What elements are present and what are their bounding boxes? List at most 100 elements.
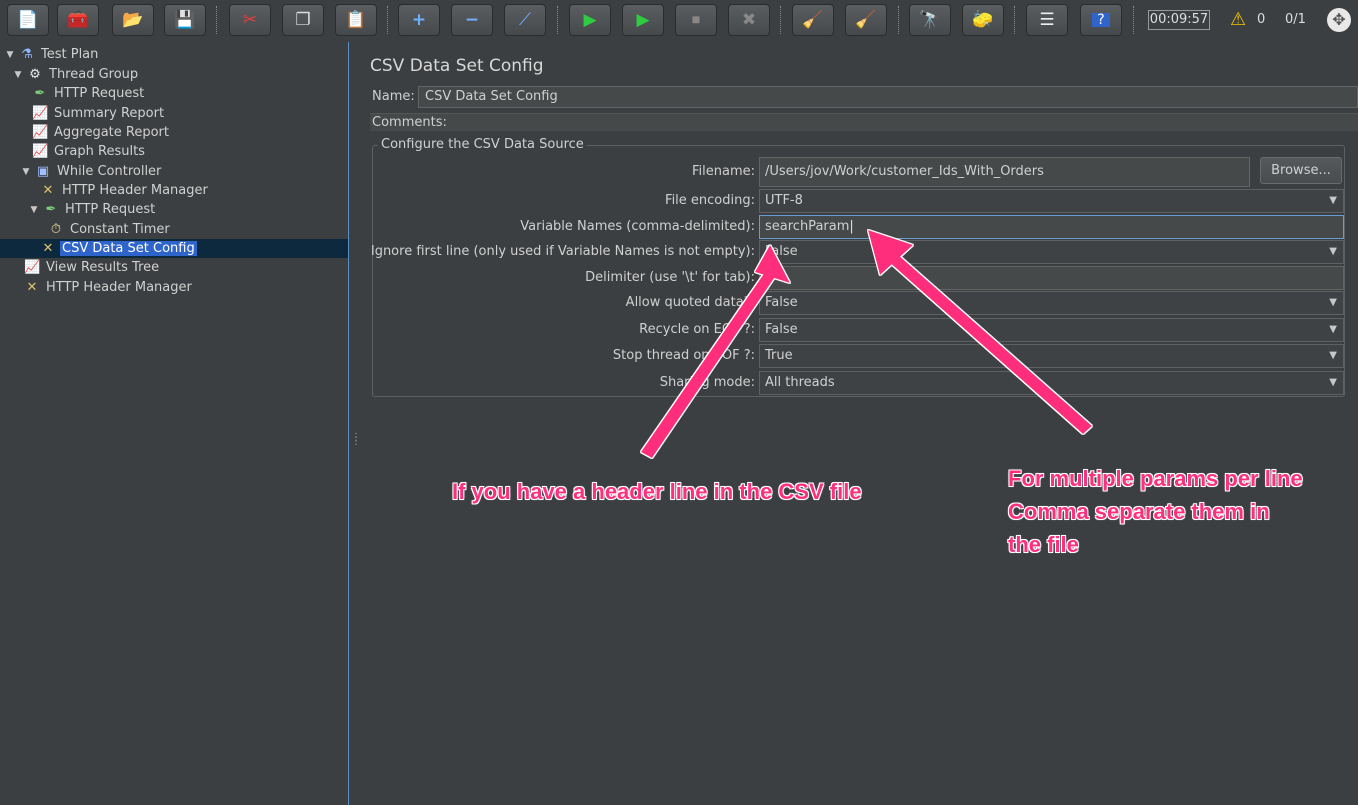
- stop-thread-eof-label: Stop thread on EOF ?:: [612, 348, 755, 363]
- paste-icon: 📋: [345, 9, 367, 30]
- cut-button[interactable]: ✂: [229, 4, 271, 36]
- tree-item-aggregate-report[interactable]: 📈 Aggregate Report: [32, 123, 171, 142]
- multiple-params-note-line-2: Comma separate them in: [1008, 499, 1270, 524]
- tree-item-while-controller[interactable]: ▼ ▣ While Controller: [20, 162, 163, 181]
- function-helper-button[interactable]: ☰: [1026, 4, 1068, 36]
- warning-icon[interactable]: ⚠: [1230, 9, 1246, 30]
- tree-item-label: Graph Results: [54, 144, 145, 159]
- expand-toggle-icon[interactable]: ▼: [4, 50, 16, 60]
- pipette-icon: ✒: [34, 85, 46, 101]
- allow-quoted-select[interactable]: False ▼: [759, 291, 1344, 315]
- list-icon: ☰: [1039, 9, 1055, 30]
- collapse-all-button[interactable]: −: [451, 4, 493, 36]
- tree-item-view-results-tree[interactable]: 📈 View Results Tree: [24, 258, 161, 277]
- expand-all-button[interactable]: +: [398, 4, 440, 36]
- text-cursor: |: [849, 219, 854, 234]
- tools-icon: ✕: [42, 240, 54, 256]
- tree-item-graph-results[interactable]: 📈 Graph Results: [32, 142, 147, 161]
- open-icon: 📂: [122, 9, 144, 30]
- tree-item-label: Aggregate Report: [54, 125, 169, 140]
- toggle-icon: ⟋: [519, 9, 531, 30]
- recycle-eof-value: False: [765, 322, 798, 337]
- recycle-eof-label: Recycle on EOF ?:: [639, 322, 755, 337]
- active-threads: 0/1: [1285, 12, 1306, 27]
- flask-icon: ⚗: [21, 46, 33, 62]
- encoding-label: File encoding:: [665, 193, 755, 208]
- tree-item-label: HTTP Request: [54, 86, 145, 101]
- help-button[interactable]: ?: [1080, 4, 1122, 36]
- toolbar-separator: [780, 6, 781, 34]
- expand-toggle-icon[interactable]: ▼: [28, 205, 40, 215]
- tree-item-label: Constant Timer: [70, 222, 170, 237]
- tree-item-csv-data-set-config[interactable]: ✕ CSV Data Set Config: [40, 239, 197, 258]
- header-line-note: If you have a header line in the CSV fil…: [452, 479, 862, 504]
- tree-item-label: View Results Tree: [46, 260, 160, 275]
- tree-item-summary-report[interactable]: 📈 Summary Report: [32, 104, 166, 123]
- encoding-select[interactable]: UTF-8 ▼: [759, 189, 1344, 213]
- delimiter-field[interactable]: [759, 266, 1344, 290]
- paste-button[interactable]: 📋: [335, 4, 377, 36]
- tree-item-label: HTTP Header Manager: [46, 280, 192, 295]
- tree-item-constant-timer[interactable]: ⏱ Constant Timer: [48, 220, 172, 239]
- open-button[interactable]: 📂: [112, 4, 154, 36]
- tree-item-http-header-manager[interactable]: ✕ HTTP Header Manager: [40, 181, 210, 200]
- comments-field[interactable]: Comments:: [370, 113, 1358, 131]
- recycle-eof-select[interactable]: False ▼: [759, 318, 1344, 342]
- templates-button[interactable]: 🧰: [57, 4, 99, 36]
- tree-item-http-request[interactable]: ✒ HTTP Request: [32, 84, 146, 103]
- shutdown-icon: ✖: [741, 9, 757, 30]
- new-icon: 📄: [17, 9, 39, 30]
- tree-item-label: CSV Data Set Config: [60, 241, 197, 256]
- variable-names-label: Variable Names (comma-delimited):: [520, 219, 755, 234]
- name-field[interactable]: CSV Data Set Config: [418, 86, 1358, 108]
- tree-item-thread-group[interactable]: ▼ ⚙ Thread Group: [12, 65, 140, 84]
- elapsed-timer: 00:09:57: [1148, 10, 1210, 30]
- expand-toggle-icon[interactable]: ▼: [20, 167, 32, 177]
- stop-thread-eof-select[interactable]: True ▼: [759, 344, 1344, 368]
- browse-button[interactable]: Browse...: [1260, 157, 1342, 184]
- clear-button[interactable]: 🧹: [792, 4, 834, 36]
- ignore-first-line-label: Ignore first line (only used if Variable…: [370, 244, 755, 259]
- toolbar-separator: [1014, 6, 1015, 34]
- ignore-first-line-select[interactable]: False ▼: [759, 240, 1344, 264]
- sharing-mode-value: All threads: [765, 375, 835, 390]
- chart-icon: 📈: [24, 259, 41, 275]
- save-button[interactable]: 💾: [164, 4, 206, 36]
- reset-search-button[interactable]: 🧽: [962, 4, 1004, 36]
- test-plan-tree: ▼ ⚗ Test Plan ▼ ⚙ Thread Group ✒ HTTP Re…: [0, 42, 348, 805]
- split-pane-divider[interactable]: ⋮ ⋮: [348, 42, 361, 805]
- expand-toggle-icon[interactable]: ▼: [12, 70, 24, 80]
- tree-item-http-request[interactable]: ▼ ✒ HTTP Request: [28, 200, 157, 219]
- chart-icon: 📈: [32, 143, 49, 159]
- reset-search-icon: 🧽: [972, 9, 994, 30]
- binoculars-icon: 🔭: [919, 9, 941, 30]
- pipette-icon: ✒: [45, 201, 57, 217]
- copy-button[interactable]: ❐: [282, 4, 324, 36]
- tree-item-test-plan[interactable]: ▼ ⚗ Test Plan: [4, 45, 100, 64]
- play-no-pause-icon: ▶: [636, 9, 650, 30]
- toolbar-separator: [898, 6, 899, 34]
- toggle-button[interactable]: ⟋: [504, 4, 546, 36]
- search-button[interactable]: 🔭: [909, 4, 951, 36]
- tree-item-label: Thread Group: [49, 67, 139, 82]
- delimiter-label: Delimiter (use '\t' for tab):: [585, 270, 755, 285]
- cut-icon: ✂: [242, 9, 258, 30]
- shutdown-button[interactable]: ✖: [728, 4, 770, 36]
- remote-status-icon[interactable]: ✥: [1327, 8, 1351, 32]
- allow-quoted-value: False: [765, 295, 798, 310]
- tree-item-http-header-manager[interactable]: ✕ HTTP Header Manager: [24, 278, 194, 297]
- filename-field[interactable]: /Users/jov/Work/customer_Ids_With_Orders: [759, 157, 1250, 187]
- chevron-down-icon: ▼: [1329, 246, 1337, 257]
- help-icon: ?: [1092, 13, 1110, 27]
- timer-icon: ⏱: [50, 221, 62, 237]
- stop-button[interactable]: ⏹: [675, 4, 717, 36]
- controller-icon: ▣: [36, 163, 50, 179]
- start-no-pauses-button[interactable]: ▶: [622, 4, 664, 36]
- sharing-mode-select[interactable]: All threads ▼: [759, 371, 1344, 395]
- variable-names-field[interactable]: searchParam|: [759, 215, 1344, 239]
- toolbar-separator: [1133, 6, 1134, 34]
- start-button[interactable]: ▶: [569, 4, 611, 36]
- page-title: CSV Data Set Config: [370, 56, 544, 76]
- new-button[interactable]: 📄: [7, 4, 49, 36]
- clear-all-button[interactable]: 🧹: [845, 4, 887, 36]
